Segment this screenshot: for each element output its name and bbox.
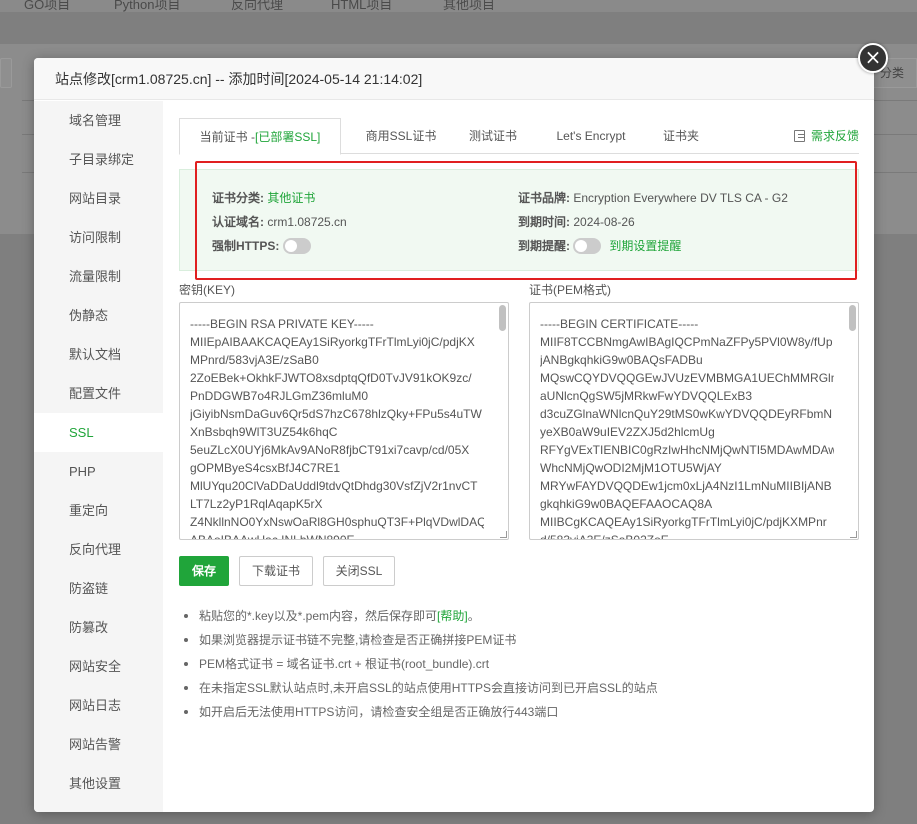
sidebar-item-security[interactable]: 网站安全 (34, 647, 163, 686)
tab-commercial-ssl[interactable]: 商用SSL证书 (351, 118, 451, 154)
tip-text: 。 (467, 609, 480, 623)
background-nav: GO项目 Python项目 反向代理 HTML项目 其他项目 (0, 0, 917, 12)
key-line: 2ZoEBek+OkhkFJWTO8xsdptqQfD0TvJV91kOK9zc… (190, 371, 472, 385)
tab-current-cert[interactable]: 当前证书 -[已部署SSL] (179, 118, 341, 155)
sidebar-item-access-limit[interactable]: 访问限制 (34, 218, 163, 257)
key-line: MlUYqu20ClVaDDaUddl9tdvQtDhdg30VsfZjV2r1… (190, 479, 478, 493)
cert-resize-handle[interactable] (850, 531, 857, 538)
sidebar-item-logs[interactable]: 网站日志 (34, 686, 163, 725)
bg-input (0, 58, 12, 88)
tab-current-label: 当前证书 - (199, 130, 255, 144)
tip-item: 如果浏览器提示证书链不完整,请检查是否正确拼接PEM证书 (179, 628, 859, 652)
cert-line: RFYgVExTIENBIC0gRzIwHhcNMjQwNTI5MDAwMDAw (540, 443, 834, 457)
cert-line: d3cuZGlnaWNlcnQuY29tMS0wKwYDVQQDEyRFbmN (540, 407, 833, 421)
sidebar-item-hotlink[interactable]: 防盗链 (34, 569, 163, 608)
save-button[interactable]: 保存 (179, 556, 229, 586)
tip-item: 如开启后无法使用HTTPS访问，请检查安全组是否正确放行443端口 (179, 700, 859, 724)
key-resize-handle[interactable] (500, 531, 507, 538)
sidebar-item-reverse-proxy[interactable]: 反向代理 (34, 530, 163, 569)
cert-line: aUNlcnQgSW5jMRkwFwYDVQQLExB3 (540, 389, 753, 403)
sidebar-item-tamper[interactable]: 防篡改 (34, 608, 163, 647)
cert-line: yeXB0aW9uIEV2ZXJ5d2hlcmUg (540, 425, 715, 439)
modal-sidebar: 域名管理 子目录绑定 网站目录 访问限制 流量限制 伪静态 默认文档 配置文件 … (34, 101, 163, 812)
tip-item: PEM格式证书 = 域名证书.crt + 根证书(root_bundle).cr… (179, 652, 859, 676)
cert-line: MIIBCgKCAQEAy1SiRyorkgTFrTlmLyi0jC/pdjKX… (540, 515, 827, 529)
sidebar-item-rewrite[interactable]: 伪静态 (34, 296, 163, 335)
sidebar-item-site-dir[interactable]: 网站目录 (34, 179, 163, 218)
key-line: 5euZLcX0UYj6MkAv9ANoR8fjbCT91xi7cavp/cd/… (190, 443, 470, 457)
key-line: MIIEpAIBAAKCAQEAy1SiRyorkgTFrTlmLyi0jC/p… (190, 335, 475, 349)
cert-line: d/583vjA3E/zSaB02ZoE (540, 533, 669, 540)
highlight-annotation-box (195, 161, 857, 280)
tab-cert-folder[interactable]: 证书夹 (651, 118, 711, 154)
tab-letsencrypt[interactable]: Let's Encrypt (541, 118, 641, 154)
edit-icon (793, 130, 805, 142)
sidebar-item-default-doc[interactable]: 默认文档 (34, 335, 163, 374)
bg-nav-item: Python项目 (114, 0, 181, 12)
sidebar-item-alerts[interactable]: 网站告警 (34, 725, 163, 764)
bg-nav-item: HTML项目 (331, 0, 393, 12)
key-line: Z4NkllnNO0YxNswOaRl8GH0sphuQT3F+PlqVDwlD… (190, 515, 484, 529)
cert-label: 证书(PEM格式) (529, 283, 611, 297)
close-ssl-button[interactable]: 关闭SSL (323, 556, 395, 586)
key-line: PnDDGWB7o4RJLGmZ36mluM0 (190, 389, 369, 403)
ssl-tabs: 当前证书 -[已部署SSL] 商用SSL证书 测试证书 Let's Encryp… (179, 118, 859, 155)
key-line: gOPMByeS4csxBfJ4C7RE1 (190, 461, 341, 475)
modal-title: 站点修改[crm1.08725.cn] -- 添加时间[2024-05-14 2… (34, 58, 874, 100)
site-settings-modal: 站点修改[crm1.08725.cn] -- 添加时间[2024-05-14 2… (34, 58, 874, 812)
help-link[interactable]: [帮助] (437, 609, 468, 623)
bg-nav-item: GO项目 (24, 0, 71, 12)
tip-item: 粘贴您的*.key以及*.pem内容，然后保存即可[帮助]。 (179, 604, 859, 628)
key-line: LT7Lz2yP1RqlAqapK5rX (190, 497, 323, 511)
key-line: MPnrd/583vjA3E/zSaB0 (190, 353, 319, 367)
help-tips: 粘贴您的*.key以及*.pem内容，然后保存即可[帮助]。 如果浏览器提示证书… (179, 604, 859, 724)
feedback-link[interactable]: 需求反馈 (793, 118, 859, 154)
cert-line: gkqhkiG9w0BAQEFAAOCAQ8A (540, 497, 713, 511)
private-key-textarea[interactable]: -----BEGIN RSA PRIVATE KEY----- MIIEpAIB… (179, 302, 509, 540)
feedback-label: 需求反馈 (810, 129, 859, 143)
sidebar-item-other[interactable]: 其他设置 (34, 764, 163, 803)
bg-nav-item: 其他项目 (443, 0, 496, 12)
tip-text: 粘贴您的*.key以及*.pem内容，然后保存即可 (199, 609, 438, 623)
key-label: 密钥(KEY) (179, 283, 236, 297)
sidebar-item-traffic-limit[interactable]: 流量限制 (34, 257, 163, 296)
cert-line: WhcNMjQwODI2MjM1OTU5WjAY (540, 461, 722, 475)
sidebar-item-domain[interactable]: 域名管理 (34, 101, 163, 140)
tab-current-status: [已部署SSL] (254, 130, 321, 144)
sidebar-item-subdir[interactable]: 子目录绑定 (34, 140, 163, 179)
key-line: XnBsbqh9WlT3UZ54k6hqC (190, 425, 338, 439)
cert-line: MRYwFAYDVQQDEw1jcm0xLjA4NzI1LmNuMIIBIjAN… (540, 479, 832, 493)
sidebar-item-php[interactable]: PHP (34, 452, 163, 491)
sidebar-item-config[interactable]: 配置文件 (34, 374, 163, 413)
key-line: jGiyibNsmDaGuv6Qr5dS7hzC678hlzQky+FPu5s4… (190, 407, 482, 421)
cert-line: MQswCQYDVQQGEwJVUzEVMBMGA1UEChMMRGln (540, 371, 834, 385)
key-scrollbar[interactable] (499, 305, 506, 331)
download-cert-button[interactable]: 下载证书 (239, 556, 313, 586)
cert-line: -----BEGIN CERTIFICATE----- (540, 317, 699, 331)
tab-test-cert[interactable]: 测试证书 (459, 118, 527, 154)
certificate-textarea[interactable]: -----BEGIN CERTIFICATE----- MIIF8TCCBNmg… (529, 302, 859, 540)
cert-scrollbar[interactable] (849, 305, 856, 331)
tip-item: 在未指定SSL默认站点时,未开启SSL的站点使用HTTPS会直接访问到已开启SS… (179, 676, 859, 700)
sidebar-item-redirect[interactable]: 重定向 (34, 491, 163, 530)
key-line: ABAoIBAAwHac INLbWN890E (190, 533, 355, 540)
bg-nav-item: 反向代理 (231, 0, 284, 12)
key-line: -----BEGIN RSA PRIVATE KEY----- (190, 317, 374, 331)
close-icon[interactable]: × (858, 43, 888, 73)
cert-line: jANBgkqhkiG9w0BAQsFADBu (540, 353, 703, 367)
sidebar-item-ssl[interactable]: SSL (34, 413, 163, 452)
cert-line: MIIF8TCCBNmgAwIBAgIQCPmNaZFPy5PVl0W8y/fU… (540, 335, 833, 349)
